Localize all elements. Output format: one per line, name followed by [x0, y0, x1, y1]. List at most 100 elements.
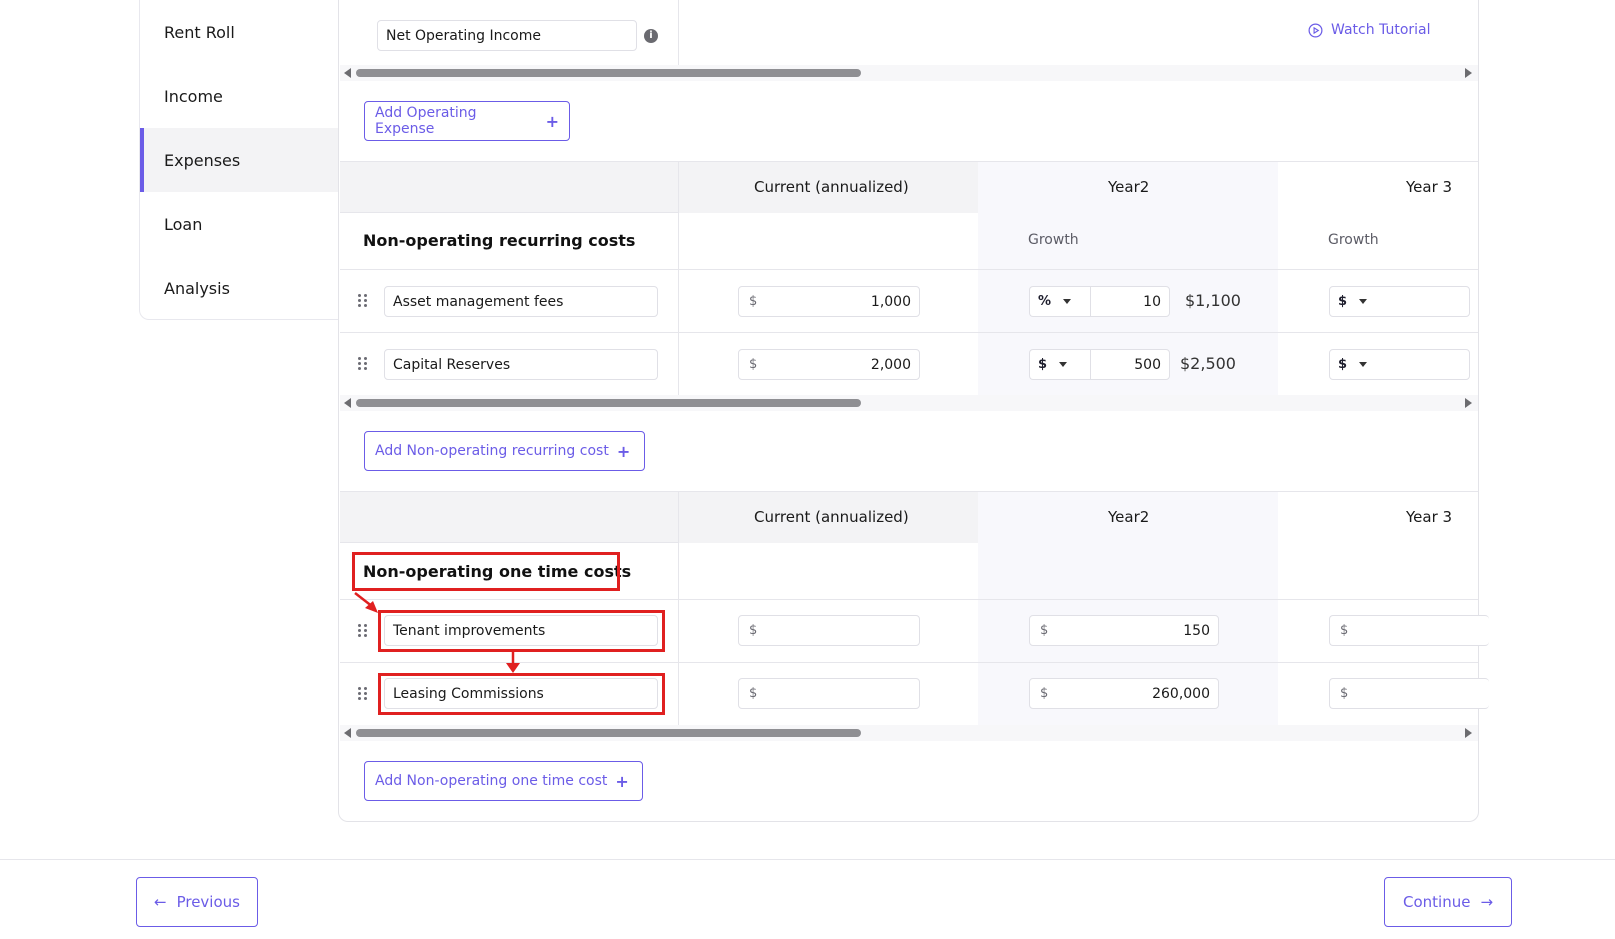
drag-handle-icon[interactable]	[358, 687, 368, 701]
previous-label: Previous	[176, 893, 240, 911]
sidebar-item-label: Rent Roll	[164, 22, 235, 42]
currency-symbol: $	[749, 623, 758, 638]
sidebar-item-expenses[interactable]: Expenses	[140, 128, 340, 192]
horizontal-scrollbar[interactable]	[340, 395, 1478, 411]
currency-symbol: $	[1340, 686, 1349, 701]
noi-field[interactable]: Net Operating Income	[377, 20, 637, 51]
currency-symbol: $	[749, 294, 758, 309]
currency-symbol: $	[749, 686, 758, 701]
currency-symbol: $	[1040, 686, 1049, 701]
growth-unit-select[interactable]: $	[1029, 349, 1091, 380]
add-onetime-cost-button[interactable]: Add Non-operating one time cost +	[364, 761, 643, 801]
caret-down-icon	[1059, 362, 1068, 367]
year3-amount-input[interactable]: $	[1329, 615, 1489, 646]
scroll-left-icon[interactable]	[344, 398, 351, 408]
growth-value-input[interactable]: 500	[1090, 349, 1170, 380]
horizontal-scrollbar[interactable]	[340, 725, 1478, 741]
sidebar-item-label: Analysis	[164, 278, 230, 298]
sidebar-item-label: Income	[164, 86, 223, 106]
year3-unit-select[interactable]: $	[1329, 286, 1470, 317]
watch-tutorial-link[interactable]: Watch Tutorial	[1308, 22, 1431, 38]
add-recurring-cost-button[interactable]: Add Non-operating recurring cost +	[364, 431, 645, 471]
caret-down-icon	[1359, 362, 1368, 367]
year2-computed-value: $1,100	[1185, 291, 1241, 310]
drag-handle-icon[interactable]	[358, 357, 368, 371]
horizontal-scrollbar[interactable]	[340, 65, 1478, 81]
header-year2: Year2	[1108, 508, 1150, 526]
current-amount-input[interactable]: $	[738, 615, 920, 646]
plus-icon: +	[615, 771, 629, 791]
caret-down-icon	[1063, 299, 1072, 304]
growth-unit-value: $	[1038, 357, 1048, 372]
growth-label-year3: Growth	[1328, 232, 1379, 248]
caret-down-icon	[1359, 299, 1368, 304]
year2-amount-value: 260,000	[1152, 685, 1210, 702]
scroll-left-icon[interactable]	[344, 728, 351, 738]
growth-value: 10	[1143, 293, 1161, 310]
play-circle-icon	[1308, 23, 1323, 37]
year3-amount-input[interactable]: $	[1329, 678, 1489, 709]
scroll-right-icon[interactable]	[1465, 398, 1472, 408]
growth-unit-value: %	[1038, 294, 1052, 309]
add-onetime-cost-label: Add Non-operating one time cost	[375, 773, 608, 789]
year2-amount-value: 150	[1183, 622, 1210, 639]
current-amount-input[interactable]: $	[738, 678, 920, 709]
year2-computed-value: $2,500	[1180, 354, 1236, 373]
scrollbar-thumb[interactable]	[356, 69, 861, 77]
sidebar-item-label: Expenses	[164, 150, 241, 170]
previous-button[interactable]: ← Previous	[136, 877, 258, 927]
row-divider	[340, 332, 1478, 333]
continue-label: Continue	[1402, 893, 1471, 911]
expense-name-value: Asset management fees	[393, 293, 564, 310]
add-operating-expense-button[interactable]: Add Operating Expense +	[364, 101, 570, 141]
scroll-right-icon[interactable]	[1465, 728, 1472, 738]
year3-unit-value: $	[1338, 294, 1348, 309]
column-divider	[678, 161, 679, 395]
arrow-left-icon: ←	[154, 893, 167, 911]
header-current: Current (annualized)	[754, 508, 909, 526]
sidebar-item-income[interactable]: Income	[140, 64, 340, 128]
drag-handle-icon[interactable]	[358, 294, 368, 308]
sidebar-item-loan[interactable]: Loan	[140, 192, 340, 256]
growth-value-input[interactable]: 10	[1090, 286, 1170, 317]
header-current: Current (annualized)	[754, 178, 909, 196]
row-divider	[340, 269, 1478, 270]
scrollbar-thumb[interactable]	[356, 729, 861, 737]
add-operating-expense-label: Add Operating Expense	[375, 105, 477, 137]
current-amount-value: 1,000	[870, 293, 911, 310]
column-divider	[678, 0, 679, 66]
scroll-right-icon[interactable]	[1465, 68, 1472, 78]
expense-name-input[interactable]: Capital Reserves	[384, 349, 658, 380]
plus-icon: +	[616, 441, 631, 461]
year2-amount-input[interactable]: $ 260,000	[1029, 678, 1219, 709]
expense-name-input[interactable]: Asset management fees	[384, 286, 658, 317]
growth-value: 500	[1134, 356, 1161, 373]
sidebar-item-label: Loan	[164, 214, 203, 234]
current-amount-input[interactable]: $ 1,000	[738, 286, 920, 317]
current-amount-value: 2,000	[870, 356, 911, 373]
scrollbar-thumb[interactable]	[356, 399, 861, 407]
growth-label-year2: Growth	[1028, 232, 1079, 248]
noi-field-value: Net Operating Income	[386, 27, 541, 44]
add-recurring-cost-label: Add Non-operating recurring cost	[375, 443, 609, 459]
column-divider	[678, 491, 679, 725]
scroll-left-icon[interactable]	[344, 68, 351, 78]
footer-divider	[0, 859, 1615, 860]
currency-symbol: $	[1340, 623, 1349, 638]
year2-amount-input[interactable]: $ 150	[1029, 615, 1219, 646]
year3-unit-select[interactable]: $	[1329, 349, 1470, 380]
arrow-right-icon: →	[1480, 893, 1494, 911]
plus-icon: +	[545, 111, 559, 131]
header-year3: Year 3	[1406, 508, 1453, 526]
sidebar-item-rent-roll[interactable]: Rent Roll	[140, 0, 340, 64]
info-icon[interactable]: i	[644, 29, 658, 43]
currency-symbol: $	[1040, 623, 1049, 638]
sidebar-item-analysis[interactable]: Analysis	[140, 256, 340, 320]
header-year2: Year2	[1108, 178, 1150, 196]
growth-unit-select[interactable]: %	[1029, 286, 1091, 317]
watch-tutorial-label: Watch Tutorial	[1331, 22, 1431, 38]
annotation-arrows	[354, 592, 520, 673]
recurring-section-title: Non-operating recurring costs	[363, 231, 636, 250]
current-amount-input[interactable]: $ 2,000	[738, 349, 920, 380]
continue-button[interactable]: Continue →	[1384, 877, 1512, 927]
